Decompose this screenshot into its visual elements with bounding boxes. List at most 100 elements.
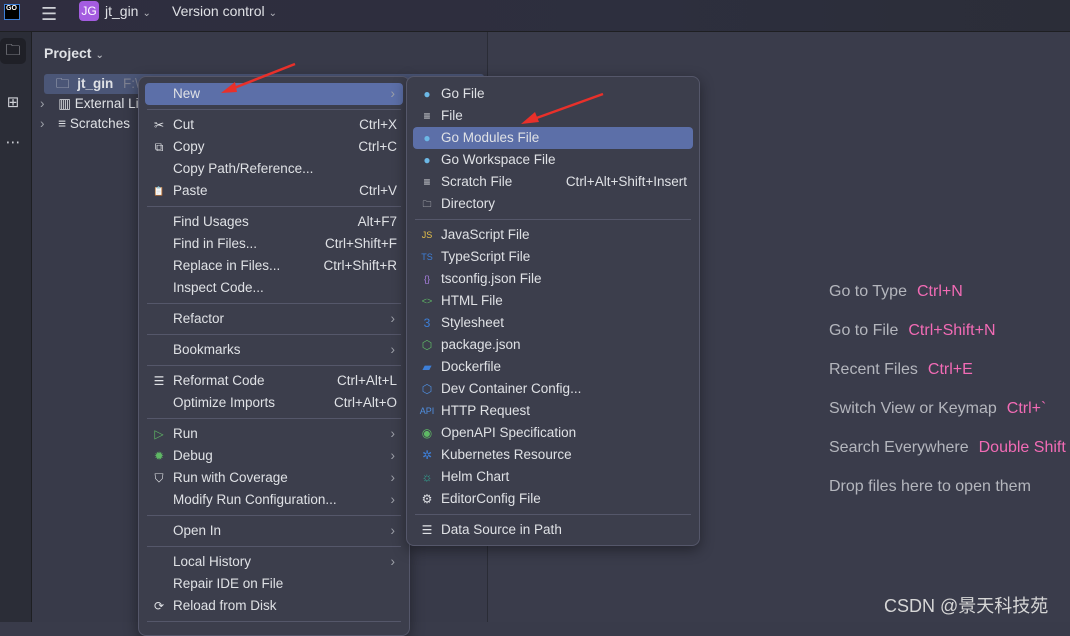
braces-icon: {} <box>423 274 430 284</box>
menu-separator <box>145 542 403 551</box>
menu-item-scratch-file[interactable]: ≡ Scratch File Ctrl+Alt+Shift+Insert <box>413 171 693 193</box>
chevron-down-icon: ⌄ <box>142 8 151 19</box>
menu-item-openapi-specification[interactable]: ◉ OpenAPI Specification <box>413 422 693 444</box>
menu-item-modify-run-configuration[interactable]: Modify Run Configuration... › <box>145 489 403 511</box>
tree-item-scratches[interactable]: › ≡ Scratches <box>40 114 130 134</box>
menu-item-label: Open In <box>173 523 222 538</box>
hint-label: Go to Type <box>829 283 907 300</box>
project-switcher[interactable]: jt_gin ⌄ <box>105 3 151 19</box>
project-tool-icon[interactable]: 🗀 <box>0 38 26 64</box>
expand-arrow-icon[interactable]: › <box>40 96 45 111</box>
chevron-right-icon: › <box>390 448 396 463</box>
menu-item-stylesheet[interactable]: 3 Stylesheet <box>413 312 693 334</box>
chevron-right-icon: › <box>390 492 396 507</box>
menu-item-new[interactable]: New › <box>145 83 403 105</box>
menu-item-label: Find Usages <box>173 214 249 229</box>
menu-item-tsconfig-json-file[interactable]: {} tsconfig.json File <box>413 268 693 290</box>
menu-item-html-file[interactable]: <> HTML File <box>413 290 693 312</box>
menu-separator <box>145 202 403 211</box>
menu-item-label: Refactor <box>173 311 225 326</box>
gopher-icon: ● <box>423 87 431 101</box>
menu-item-data-source-in-path[interactable]: ☰ Data Source in Path <box>413 519 693 541</box>
menu-item-go-file[interactable]: ● Go File <box>413 83 693 105</box>
hint-shortcut: Ctrl+` <box>1006 400 1047 417</box>
menu-item-dockerfile[interactable]: ▰ Dockerfile <box>413 356 693 378</box>
cube-icon: ⬡ <box>421 382 433 396</box>
menu-item-repair-ide-on-file[interactable]: Repair IDE on File <box>145 573 403 595</box>
menu-item-replace-in-files[interactable]: Replace in Files... Ctrl+Shift+R <box>145 255 403 277</box>
chevron-right-icon: › <box>390 554 396 569</box>
menu-item-label: Data Source in Path <box>441 522 562 537</box>
menu-item-refactor[interactable]: Refactor › <box>145 308 403 330</box>
menu-item-typescript-file[interactable]: TS TypeScript File <box>413 246 693 268</box>
tree-item-label: External Li <box>74 96 139 111</box>
menu-item-file[interactable]: ≡ File <box>413 105 693 127</box>
menu-item-label: package.json <box>441 337 521 352</box>
tree-item-label: Scratches <box>69 116 130 131</box>
menu-item-find-usages[interactable]: Find Usages Alt+F7 <box>145 211 403 233</box>
chevron-right-icon: › <box>390 311 396 326</box>
scratch-icon: ≡ <box>58 116 67 131</box>
menu-item-debug[interactable]: ✹ Debug › <box>145 445 403 467</box>
expand-arrow-icon[interactable]: › <box>40 116 45 131</box>
project-view-selector[interactable]: Project ⌄ <box>44 45 104 61</box>
tree-item-external-libraries[interactable]: › ▥ External Li <box>40 94 139 114</box>
menu-item-optimize-imports[interactable]: Optimize Imports Ctrl+Alt+O <box>145 392 403 414</box>
hint-shortcut: Ctrl+Shift+N <box>908 322 996 339</box>
chevron-right-icon: › <box>390 470 396 485</box>
menu-item-package-json[interactable]: ⬡ package.json <box>413 334 693 356</box>
menu-item-cut[interactable]: ✂ Cut Ctrl+X <box>145 114 403 136</box>
hint-label: Switch View or Keymap <box>829 400 997 417</box>
database-icon: ☰ <box>421 523 433 537</box>
shortcut-label: Ctrl+Shift+F <box>324 236 397 251</box>
menu-item-dev-container-config[interactable]: ⬡ Dev Container Config... <box>413 378 693 400</box>
menu-item-label: Stylesheet <box>441 315 505 330</box>
menu-item-local-history[interactable]: Local History › <box>145 551 403 573</box>
menu-separator <box>145 299 403 308</box>
menu-item-label: Go Modules File <box>441 130 540 145</box>
context-menu: New › ✂ Cut Ctrl+X ⧉ Copy Ctrl+C Copy Path/Refer… <box>138 76 410 636</box>
hint-label: Recent Files <box>829 361 918 378</box>
menu-item-run-with-coverage[interactable]: ⛉ Run with Coverage › <box>145 467 403 489</box>
menu-item-label: Local History <box>173 554 252 569</box>
menu-item-copy[interactable]: ⧉ Copy Ctrl+C <box>145 136 403 158</box>
chevron-right-icon: › <box>390 523 396 538</box>
menu-item-label: Directory <box>441 196 496 211</box>
main-menu-icon[interactable]: ☰ <box>41 5 59 23</box>
menu-item-find-in-files[interactable]: Find in Files... Ctrl+Shift+F <box>145 233 403 255</box>
project-badge[interactable]: JG <box>79 1 99 21</box>
css-icon: 3 <box>423 316 431 330</box>
library-icon: ▥ <box>58 96 72 111</box>
menu-item-label: Dev Container Config... <box>441 381 582 396</box>
menu-item-open-in[interactable]: Open In › <box>145 520 403 542</box>
menu-item-label: Paste <box>173 183 208 198</box>
version-control-menu[interactable]: Version control ⌄ <box>172 3 277 19</box>
menu-item-go-modules-file[interactable]: ● Go Modules File <box>413 127 693 149</box>
menu-item-paste[interactable]: 📋 Paste Ctrl+V <box>145 180 403 202</box>
more-tools-icon[interactable]: ⋯ <box>0 130 26 156</box>
menu-item-javascript-file[interactable]: JS JavaScript File <box>413 224 693 246</box>
folder-icon: 🗀 <box>56 76 70 91</box>
menu-item-label: TypeScript File <box>441 249 531 264</box>
hint-search-everywhere: Search Everywhere Double Shift <box>829 439 1066 457</box>
menu-item-http-request[interactable]: API HTTP Request <box>413 400 693 422</box>
menu-item-kubernetes-resource[interactable]: ✲ Kubernetes Resource <box>413 444 693 466</box>
menu-item-inspect-code[interactable]: Inspect Code... <box>145 277 403 299</box>
menu-item-editorconfig-file[interactable]: ⚙ EditorConfig File <box>413 488 693 510</box>
menu-item-helm-chart[interactable]: ☼ Helm Chart <box>413 466 693 488</box>
menu-item-copy-path-reference[interactable]: Copy Path/Reference... <box>145 158 403 180</box>
panel-title: Project <box>44 45 92 61</box>
menu-item-label: tsconfig.json File <box>441 271 542 286</box>
menu-item-directory[interactable]: 🗀 Directory <box>413 193 693 215</box>
shortcut-label: Ctrl+C <box>358 139 397 154</box>
menu-item-label: Run with Coverage <box>173 470 288 485</box>
menu-item-label: Kubernetes Resource <box>441 447 572 462</box>
menu-item-go-workspace-file[interactable]: ● Go Workspace File <box>413 149 693 171</box>
menu-item-reformat-code[interactable]: ☰ Reformat Code Ctrl+Alt+L <box>145 370 403 392</box>
menu-item-bookmarks[interactable]: Bookmarks › <box>145 339 403 361</box>
menu-item-run[interactable]: ▷ Run › <box>145 423 403 445</box>
menu-item-reload-from-disk[interactable]: ⟳ Reload from Disk <box>145 595 403 617</box>
shortcut-label: Ctrl+Alt+Shift+Insert <box>565 174 687 189</box>
title-bar: GO ☰ JG jt_gin ⌄ Version control ⌄ <box>0 0 1070 32</box>
structure-tool-icon[interactable]: ⊞ <box>0 90 26 116</box>
